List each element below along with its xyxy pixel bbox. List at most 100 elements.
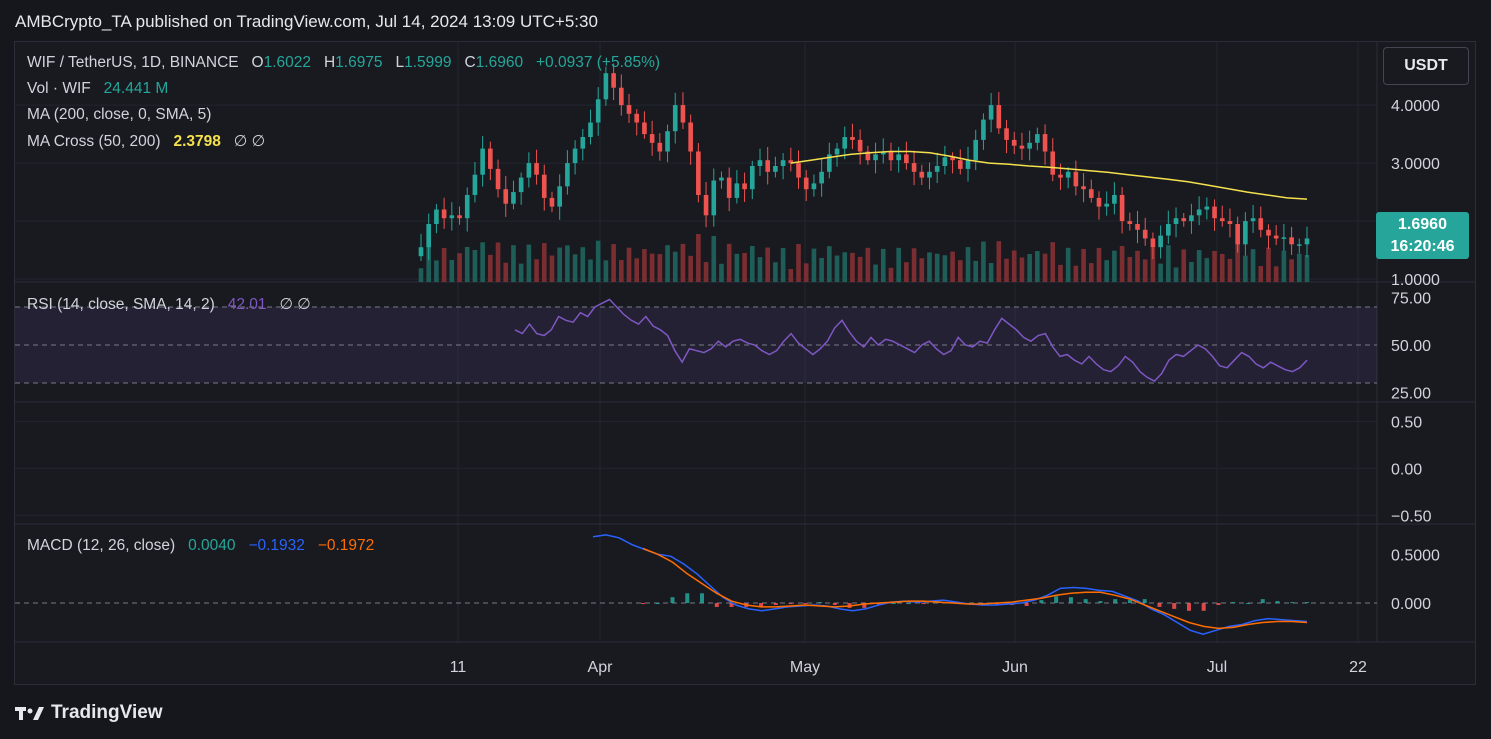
candle-body <box>1058 174 1063 178</box>
volume-bar <box>996 241 1002 282</box>
candle-body <box>1119 195 1125 222</box>
price-axis-tick: 1.0000 <box>1391 272 1440 289</box>
high-value: 1.6975 <box>335 54 383 71</box>
candle-body <box>965 160 971 169</box>
macd-signal-line <box>642 547 1308 630</box>
candle-body <box>1135 224 1140 230</box>
volume-bar <box>1250 249 1256 282</box>
candle-body <box>1081 186 1086 190</box>
candle-body <box>1166 224 1171 236</box>
candle-body <box>888 151 894 161</box>
volume-bar <box>626 247 632 282</box>
macd-histogram-bar <box>714 603 719 607</box>
bar-countdown: 16:20:46 <box>1390 238 1455 255</box>
candle-body <box>957 160 963 169</box>
candle-body <box>511 192 516 204</box>
volume-bar <box>888 267 894 282</box>
low-label: L <box>395 54 405 71</box>
macd-histogram-bar <box>1127 600 1132 604</box>
volume-bar <box>981 241 986 282</box>
volume-bar <box>749 245 755 282</box>
candle-body <box>927 171 932 178</box>
ma-cross-value: 2.3798 <box>173 133 221 150</box>
candle-body <box>1227 221 1233 224</box>
macd-histogram-bar <box>788 603 793 605</box>
volume-bar <box>780 248 786 282</box>
price-axis-tick: 4.0000 <box>1391 98 1440 115</box>
volume-bar <box>557 247 562 282</box>
volume-bar <box>603 260 609 282</box>
volume-bar <box>511 245 516 282</box>
candle-body <box>811 183 817 190</box>
time-axis-tick: May <box>790 659 820 676</box>
candle-body <box>711 180 717 216</box>
volume-bar <box>480 242 485 282</box>
volume-bar <box>1289 259 1294 282</box>
volume-bar <box>827 246 832 282</box>
candle-body <box>464 195 470 219</box>
candle-body <box>611 73 616 88</box>
volume-bar <box>1273 266 1279 282</box>
chart-frame[interactable]: 4.00003.00002.00001.000075.0050.0025.000… <box>14 41 1476 685</box>
candle-body <box>834 148 840 155</box>
volume-bar <box>1112 250 1117 282</box>
volume-bar <box>873 264 878 282</box>
volume-bar <box>1158 263 1163 282</box>
time-axis-tick: 11 <box>450 659 467 676</box>
volume-bar <box>1304 255 1310 282</box>
candle-body <box>580 137 586 149</box>
macd-histogram-bar <box>685 593 690 604</box>
volume-bar <box>672 251 678 282</box>
candle-body <box>1112 195 1117 204</box>
volume-bar <box>680 243 686 282</box>
candle-body <box>981 119 986 140</box>
candle-body <box>850 137 855 140</box>
candle-body <box>1173 218 1179 224</box>
candle-body <box>1073 171 1079 187</box>
volume-bar <box>1058 264 1063 282</box>
volume-bar <box>1204 258 1210 282</box>
volume-bar <box>1088 263 1094 282</box>
volume-bar <box>518 263 524 282</box>
macd-histogram-bar <box>906 603 911 605</box>
candle-body <box>434 209 439 224</box>
candle-body <box>518 177 524 193</box>
volume-bar <box>1189 261 1194 282</box>
currency-button[interactable]: USDT <box>1383 47 1469 85</box>
volume-bar <box>1119 246 1125 282</box>
macd-histogram-bar <box>1231 602 1236 604</box>
volume-bar <box>957 260 963 282</box>
close-value: 1.6960 <box>475 54 524 71</box>
candle-body <box>649 134 655 143</box>
tradingview-logo[interactable]: TradingView <box>15 702 163 724</box>
volume-bar <box>649 253 655 282</box>
volume-bar <box>1081 248 1086 282</box>
volume-bar <box>1243 255 1248 282</box>
candle-body <box>441 209 447 219</box>
rsi-axis-tick: 50.00 <box>1391 338 1431 355</box>
volume-bar <box>1173 267 1179 282</box>
candle-body <box>534 163 539 175</box>
volume-bar <box>703 262 709 282</box>
candle-body <box>803 177 809 190</box>
candle-body <box>657 142 663 152</box>
macd-histogram-bar <box>1275 601 1280 604</box>
candle-body <box>726 177 732 198</box>
candle-body <box>472 174 478 195</box>
high-label: H <box>323 54 336 71</box>
candle-body <box>719 177 724 181</box>
volume-bar <box>842 252 848 282</box>
volume-bar <box>1142 259 1148 282</box>
candle-body <box>1035 134 1040 143</box>
candle-body <box>1104 203 1109 207</box>
candle-body <box>703 195 709 216</box>
candle-body <box>503 189 509 204</box>
macd-histogram-bar <box>773 603 778 605</box>
volume-bar <box>611 244 616 282</box>
volume-bar <box>865 247 871 282</box>
volume-bar <box>1219 253 1225 282</box>
volume-label: Vol · WIF <box>27 80 91 97</box>
candle-body <box>488 148 493 169</box>
candle-body <box>1065 171 1071 178</box>
rsi-extra: ∅ ∅ <box>279 296 311 313</box>
